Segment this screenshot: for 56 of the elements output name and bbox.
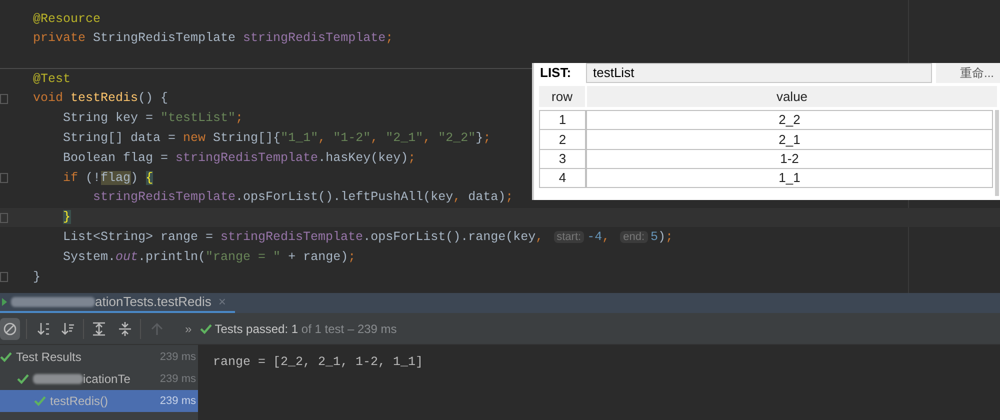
table-cell: 4 bbox=[539, 168, 586, 188]
expand-all-icon[interactable] bbox=[92, 322, 106, 336]
stop-toggle-button[interactable] bbox=[0, 318, 20, 340]
test-status: Tests passed: 1 of 1 test – 239 ms bbox=[214, 320, 397, 338]
check-icon bbox=[200, 324, 212, 334]
fold-marker-icon[interactable] bbox=[0, 172, 8, 183]
code-line: System.out.println("range = " + range); bbox=[62, 250, 356, 264]
tree-item[interactable]: icationTe 239 ms bbox=[0, 368, 198, 390]
duration: 239 ms bbox=[160, 350, 196, 365]
code-line: void testRedis() { bbox=[33, 92, 168, 105]
tab-title: ationTests.testRedis bbox=[95, 293, 212, 312]
table-cell: 1_1 bbox=[586, 168, 993, 188]
duration: 239 ms bbox=[160, 394, 196, 409]
rename-button[interactable]: 重命... bbox=[936, 63, 1000, 83]
column-header[interactable]: value bbox=[587, 86, 997, 107]
list-label: LIST: bbox=[539, 64, 572, 82]
tree-label: icationTe bbox=[83, 371, 130, 388]
code-line: if (!flag) { bbox=[62, 172, 154, 184]
tree-label: testRedis() bbox=[50, 393, 108, 410]
table-cell: 3 bbox=[539, 150, 586, 168]
sort-list-icon[interactable] bbox=[61, 322, 75, 336]
table-cell: 2 bbox=[539, 130, 586, 149]
sort-numeric-icon[interactable] bbox=[37, 322, 51, 336]
tree-label: Test Results bbox=[16, 349, 82, 366]
tree-item[interactable]: Test Results 239 ms bbox=[0, 346, 198, 368]
code-line: List<String> range = stringRedisTemplate.opsForList().range(key, start: -4, end: 5); bbox=[62, 231, 674, 244]
code-line: String[] data = new String[]{"1_1", "1-2", "2_1", "2_2"}; bbox=[62, 132, 491, 145]
tree-item[interactable]: testRedis() 239 ms bbox=[0, 390, 198, 412]
code-line: @Test bbox=[33, 72, 71, 86]
column-header[interactable]: row bbox=[539, 86, 585, 107]
table-cell: 1 bbox=[539, 111, 586, 130]
check-icon bbox=[17, 374, 29, 384]
code-line: stringRedisTemplate.opsForList().leftPushAll(key, data); bbox=[92, 191, 514, 204]
check-icon bbox=[0, 352, 12, 362]
scrollbar[interactable] bbox=[995, 110, 999, 196]
up-arrow-icon[interactable] bbox=[151, 322, 163, 336]
collapse-all-icon[interactable] bbox=[118, 322, 132, 336]
console-output: range = [2_2, 2_1, 1-2, 1_1] bbox=[213, 355, 424, 369]
fold-marker-icon[interactable] bbox=[0, 272, 8, 282]
table-cell: 2_1 bbox=[586, 130, 993, 149]
code-line: private StringRedisTemplate stringRedisTemplate; bbox=[33, 32, 394, 45]
check-icon bbox=[34, 396, 46, 406]
fold-marker-icon[interactable] bbox=[0, 212, 8, 223]
code-line: @Resource bbox=[33, 12, 101, 26]
code-line: } bbox=[33, 270, 41, 284]
key-field[interactable]: testList bbox=[586, 63, 932, 83]
code-line: Boolean flag = stringRedisTemplate.hasKey(key); bbox=[62, 152, 416, 164]
table-cell: 1-2 bbox=[586, 150, 993, 168]
stop-icon bbox=[3, 322, 17, 336]
blurred-text bbox=[33, 374, 83, 384]
duration: 239 ms bbox=[160, 372, 196, 387]
fold-marker-icon[interactable] bbox=[0, 94, 8, 104]
more-button[interactable]: » bbox=[185, 320, 192, 338]
code-line: String key = "testList"; bbox=[62, 112, 244, 125]
play-icon bbox=[2, 298, 7, 306]
table-cell: 2_2 bbox=[586, 111, 993, 130]
